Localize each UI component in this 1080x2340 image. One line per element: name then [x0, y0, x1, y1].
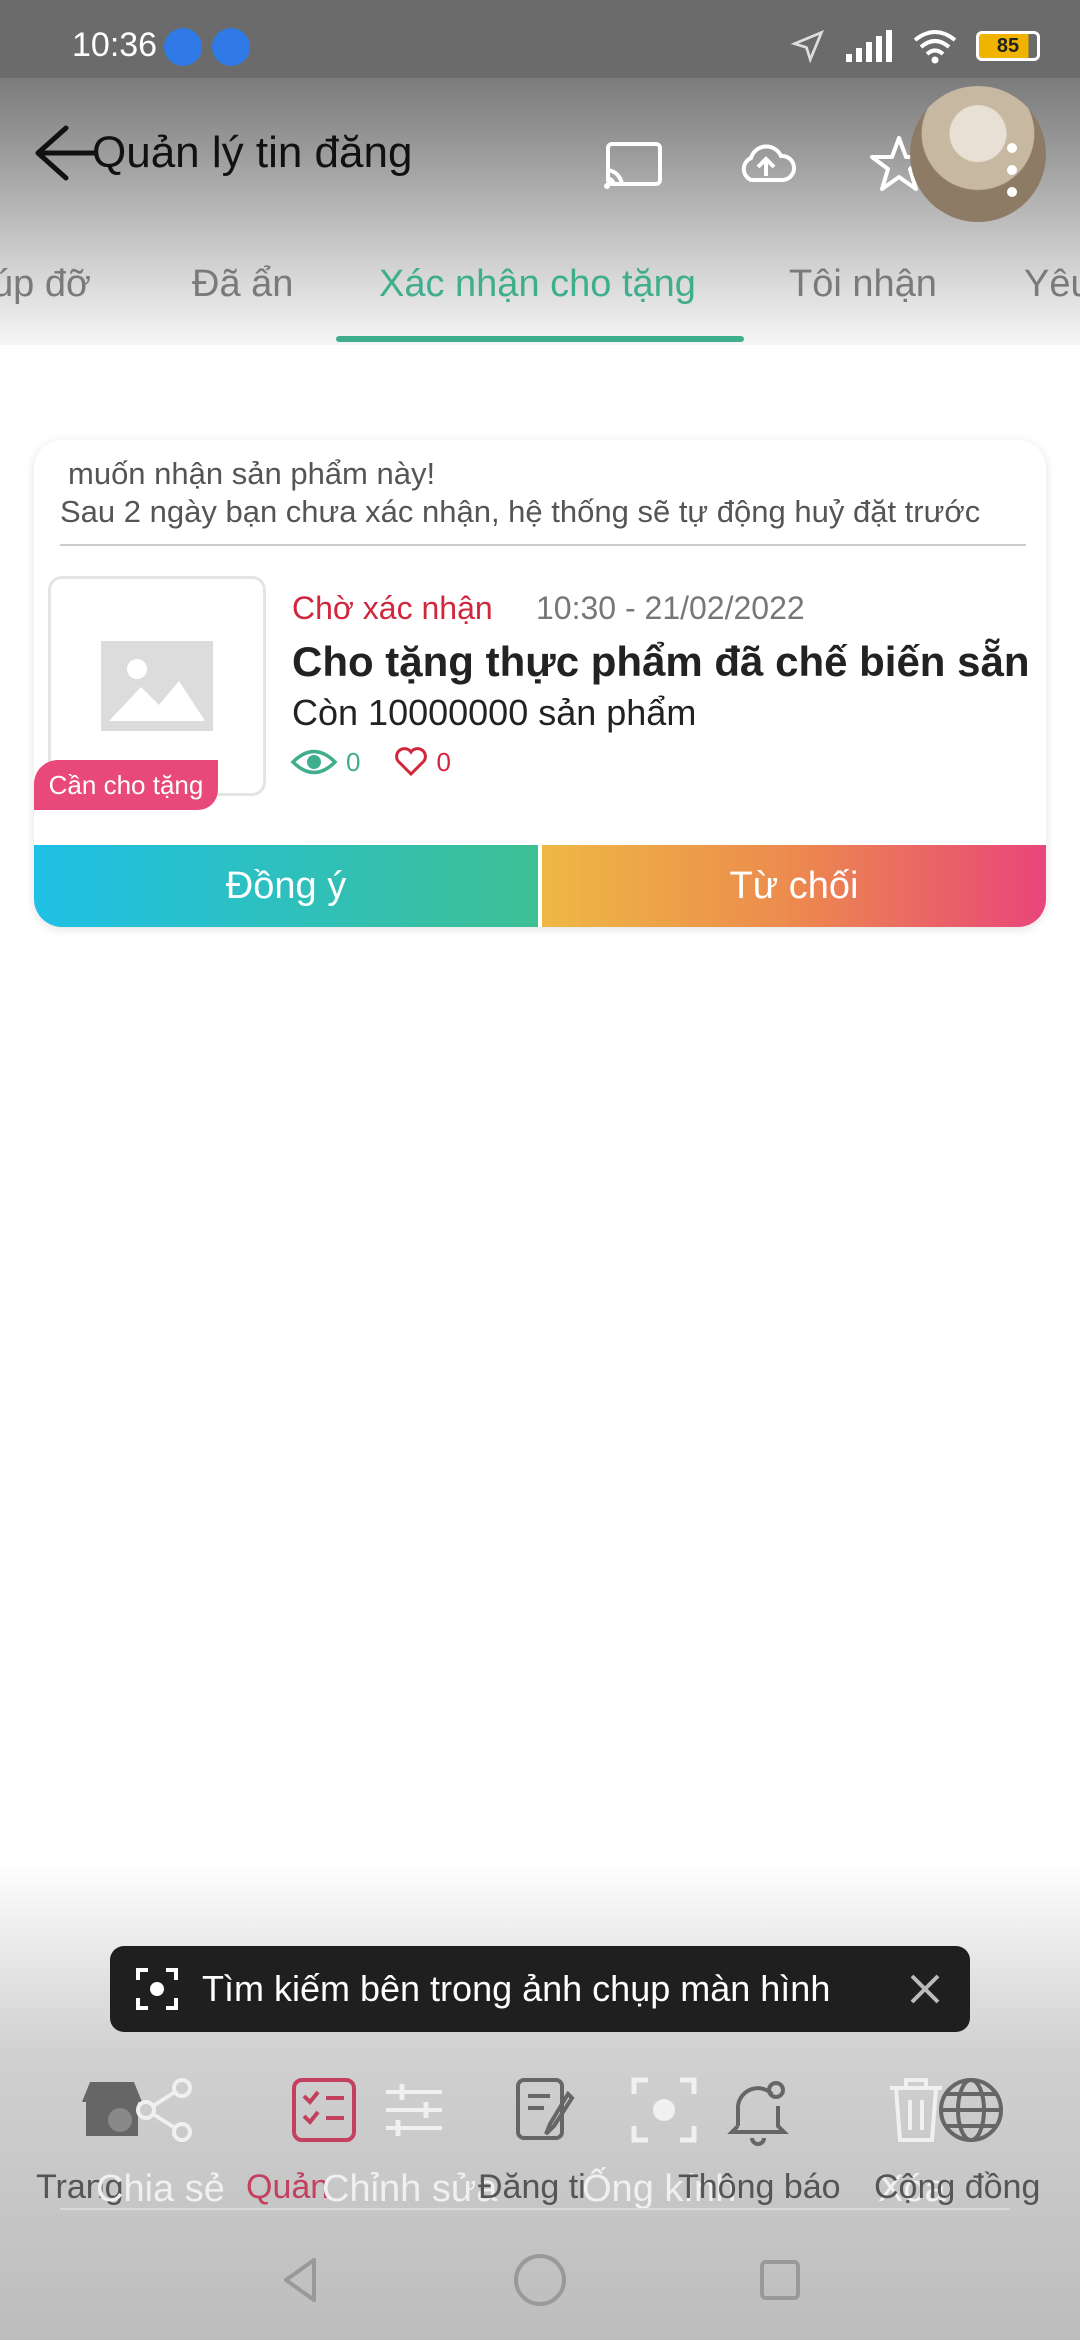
tab-i-received[interactable]: Tôi nhận: [789, 263, 937, 306]
notification-bell-icon[interactable]: [722, 2074, 794, 2146]
screenshot-search-toast[interactable]: Tìm kiếm bên trong ảnh chụp màn hình: [110, 1946, 970, 2032]
page-title: Quản lý tin đăng: [92, 128, 413, 177]
cloud-upload-icon[interactable]: [733, 132, 799, 198]
notice-divider: [60, 544, 1026, 546]
active-tab-indicator: [336, 336, 744, 342]
lens-icon[interactable]: [628, 2074, 700, 2146]
post-datetime: 10:30 - 21/02/2022: [536, 590, 805, 626]
notice-text-line2: Sau 2 ngày bạn chưa xác nhận, hệ thống s…: [60, 494, 981, 529]
video-call-notification-icon: [212, 28, 250, 66]
nav-label-notifications[interactable]: Thông báo: [678, 2168, 841, 2207]
manage-list-icon[interactable]: [288, 2074, 360, 2146]
nav-divider: [60, 2208, 1010, 2210]
share-icon[interactable]: [128, 2074, 200, 2146]
tab-help[interactable]: úp đỡ: [0, 263, 91, 306]
eye-icon: [290, 749, 338, 775]
status-indicators: 85: [790, 26, 1040, 66]
view-count: 0: [346, 746, 361, 777]
more-options-icon[interactable]: [1005, 140, 1019, 200]
status-label: Chờ xác nhận: [292, 590, 493, 626]
edit-adjust-icon[interactable]: [378, 2074, 450, 2146]
tab-confirm-giving[interactable]: Xác nhận cho tặng: [379, 263, 696, 306]
system-back-icon[interactable]: [270, 2250, 330, 2310]
nav-label-post[interactable]: Đăng ti: [478, 2168, 586, 2207]
cast-icon[interactable]: [600, 132, 666, 198]
tab-requests[interactable]: Yêu: [1024, 263, 1080, 306]
system-recents-icon[interactable]: [750, 2250, 810, 2310]
nav-label-edit[interactable]: Chỉnh sửa: [322, 2168, 497, 2211]
agree-button[interactable]: Đồng ý: [34, 845, 538, 927]
message-notification-icon: [164, 28, 202, 66]
post-title[interactable]: Cho tặng thực phẩm đã chế biến sẵn: [292, 638, 1030, 686]
heart-icon: [395, 747, 428, 777]
nav-label-manage[interactable]: Quản: [246, 2168, 329, 2207]
status-bar: 10:36 85: [0, 0, 1080, 78]
remaining-quantity: Còn 10000000 sản phẩm: [292, 692, 697, 733]
back-arrow-icon[interactable]: [28, 118, 98, 188]
battery-icon: 85: [976, 31, 1040, 61]
post-stats: 0 0: [290, 742, 485, 782]
tab-bar: úp đỡ Đã ẩn Xác nhận cho tặng Tôi nhận Y…: [0, 255, 1080, 345]
tab-hidden[interactable]: Đã ẩn: [192, 263, 293, 306]
lens-search-icon: [136, 1968, 178, 2010]
wifi-icon: [913, 30, 957, 64]
nav-label-share[interactable]: Chia sẻ: [96, 2168, 225, 2211]
notice-text-line1: muốn nhận sản phẩm này!: [68, 456, 436, 491]
status-time: 10:36: [72, 26, 158, 64]
need-giving-badge: Cần cho tặng: [34, 760, 218, 810]
like-count: 0: [436, 746, 451, 777]
post-card: muốn nhận sản phẩm này! Sau 2 ngày bạn c…: [34, 440, 1046, 927]
close-icon[interactable]: [904, 1968, 946, 2010]
toast-message: Tìm kiếm bên trong ảnh chụp màn hình: [202, 1968, 831, 2009]
bottom-navigation: Trang Chia sẻ Quản Chỉnh sửa Đăng ti Ống…: [0, 2060, 1080, 2220]
image-placeholder-icon: [101, 641, 213, 731]
user-avatar[interactable]: [910, 86, 1046, 222]
post-news-icon[interactable]: [508, 2074, 580, 2146]
nav-label-community[interactable]: Cộng đồng: [874, 2168, 1040, 2207]
reject-button[interactable]: Từ chối: [542, 845, 1046, 927]
location-icon: [790, 29, 825, 64]
signal-icon: [846, 30, 892, 62]
system-navigation-bar: [0, 2220, 1080, 2340]
system-home-icon[interactable]: [510, 2250, 570, 2310]
community-globe-icon[interactable]: [935, 2074, 1007, 2146]
